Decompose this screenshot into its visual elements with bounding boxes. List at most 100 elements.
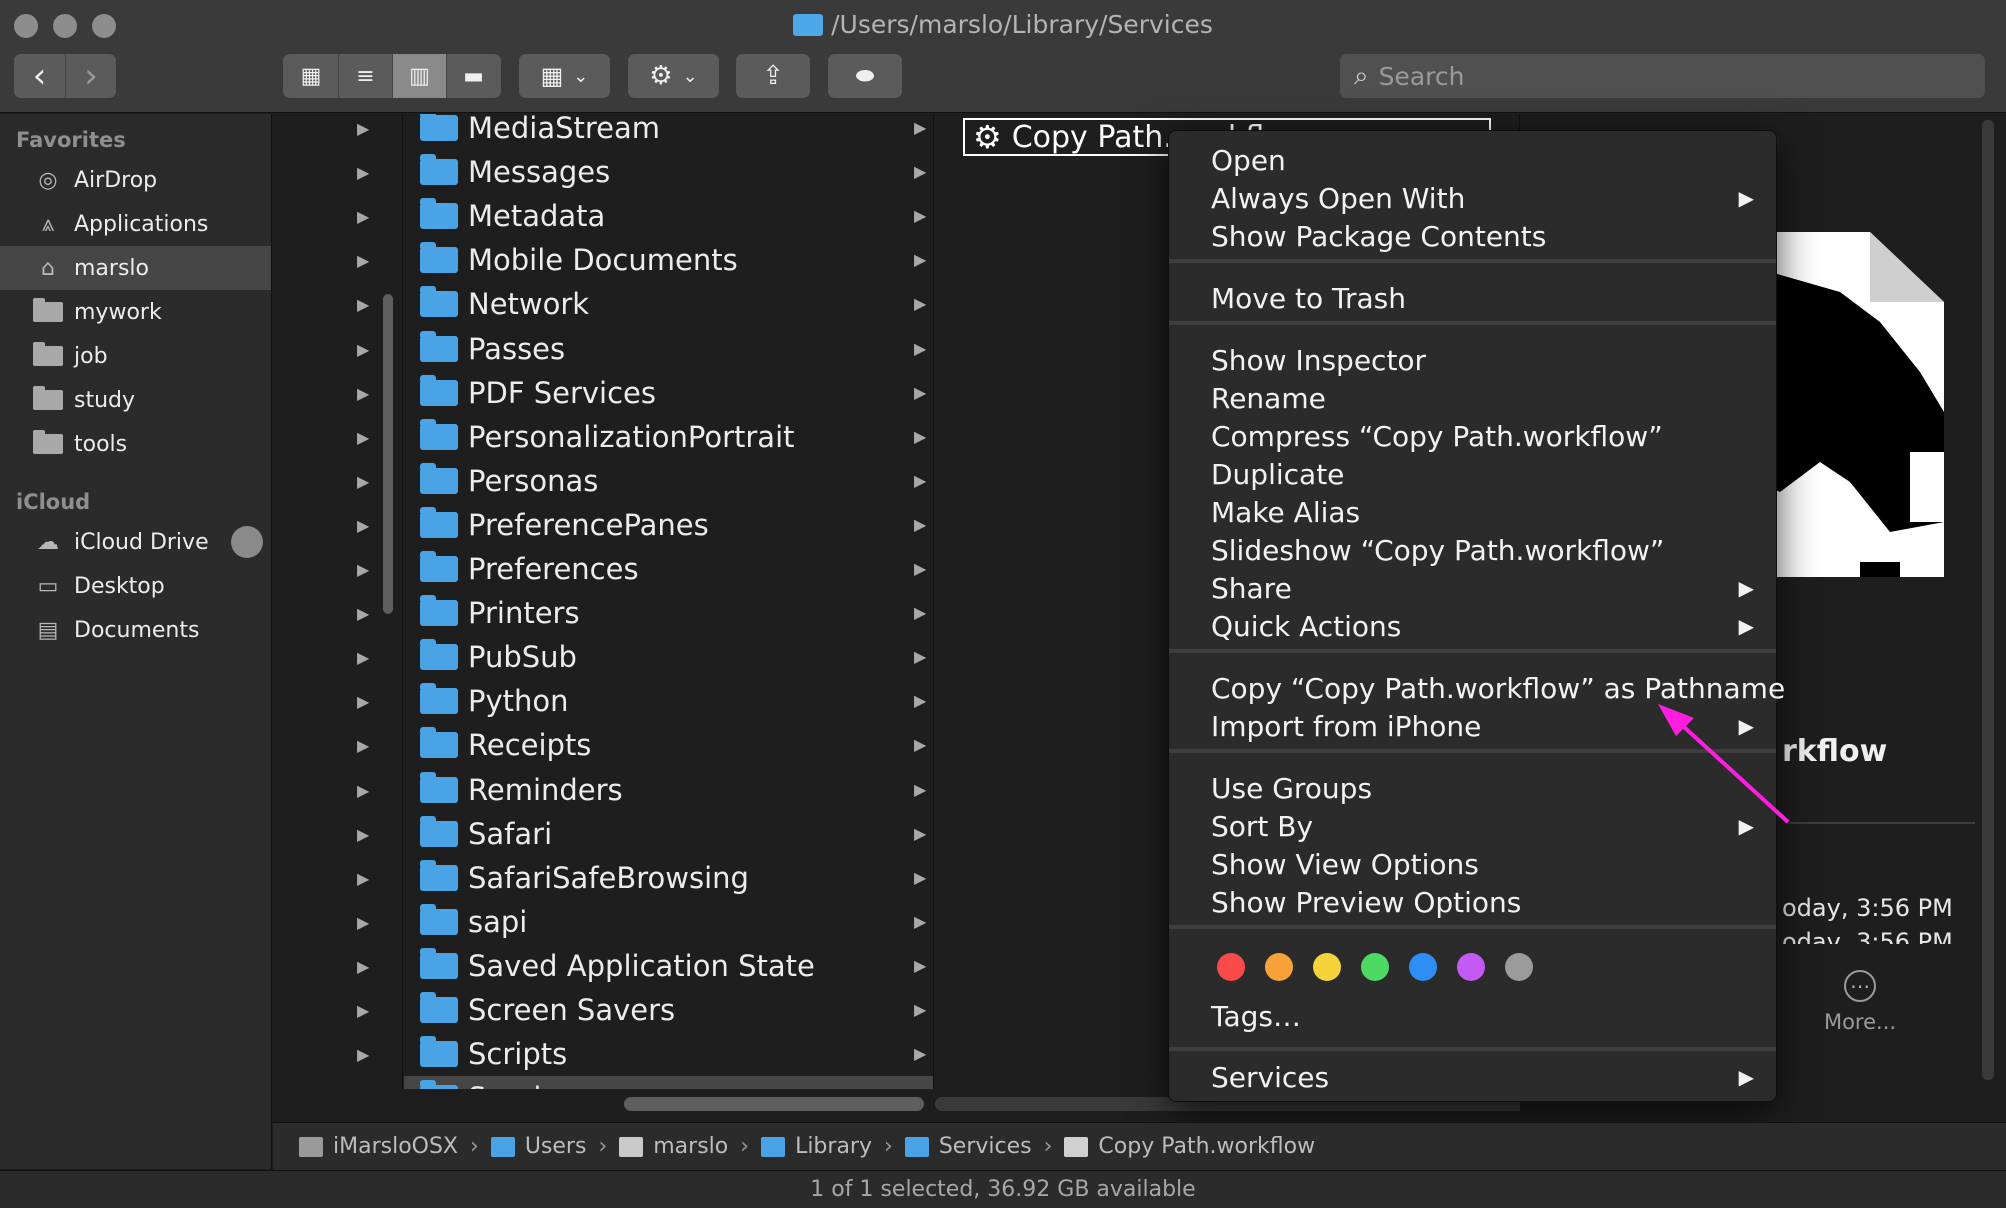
disclosure-chevron-icon[interactable]: ▶ — [357, 692, 369, 711]
sidebar-item-tools[interactable]: tools — [0, 422, 271, 466]
icon-view-button[interactable]: ▦ — [284, 54, 338, 98]
preview-scrollbar[interactable] — [1982, 120, 1994, 1080]
column-view-button[interactable]: ▥ — [392, 54, 446, 98]
tag-color-dot[interactable] — [1265, 953, 1293, 981]
disclosure-chevron-icon[interactable]: ▶ — [357, 869, 369, 888]
menu-item-services[interactable]: Services ▶ — [1169, 1058, 1776, 1096]
list-item[interactable]: Scripts ▶ — [404, 1032, 933, 1076]
path-segment[interactable]: Users — [490, 1134, 586, 1159]
disclosure-chevron-icon[interactable]: ▶ — [357, 340, 369, 359]
list-view-button[interactable]: ≡ — [338, 54, 392, 98]
menu-item[interactable]: Compress “Copy Path.workflow” — [1169, 417, 1776, 455]
list-item[interactable]: Printers ▶ — [404, 591, 933, 635]
sidebar-item-icloud-drive[interactable]: ☁ iCloud Drive — [0, 520, 271, 564]
disclosure-chevron-icon[interactable]: ▶ — [357, 825, 369, 844]
sidebar-item-applications[interactable]: ⩓ Applications — [0, 202, 271, 246]
search-field[interactable]: ⌕ — [1340, 54, 1985, 98]
menu-item[interactable]: Duplicate — [1169, 455, 1776, 493]
tag-color-dot[interactable] — [1505, 953, 1533, 981]
list-item[interactable]: Screen Savers ▶ — [404, 988, 933, 1032]
disclosure-chevron-icon[interactable]: ▶ — [357, 648, 369, 667]
disclosure-chevron-icon[interactable]: ▶ — [357, 163, 369, 182]
action-button[interactable]: ⚙ ⌄ — [628, 54, 719, 98]
list-item[interactable]: Services ▶ — [404, 1076, 933, 1089]
list-item[interactable]: PDF Services ▶ — [404, 371, 933, 415]
back-button[interactable]: ‹ — [14, 54, 65, 98]
disclosure-chevron-icon[interactable]: ▶ — [357, 472, 369, 491]
list-item[interactable]: Personas ▶ — [404, 459, 933, 503]
disclosure-chevron-icon[interactable]: ▶ — [357, 119, 369, 138]
disclosure-chevron-icon[interactable]: ▶ — [357, 736, 369, 755]
sidebar-item-mywork[interactable]: mywork — [0, 290, 271, 334]
list-item[interactable]: Safari ▶ — [404, 812, 933, 856]
sidebar-item-desktop[interactable]: ▭ Desktop — [0, 564, 271, 608]
menu-item[interactable]: Show View Options — [1169, 845, 1776, 883]
list-item[interactable]: Python ▶ — [404, 679, 933, 723]
tag-color-dot[interactable] — [1409, 953, 1437, 981]
menu-item[interactable]: Rename — [1169, 379, 1776, 417]
list-item[interactable]: Reminders ▶ — [404, 768, 933, 812]
list-item[interactable]: Passes ▶ — [404, 327, 933, 371]
disclosure-chevron-icon[interactable]: ▶ — [357, 516, 369, 535]
tag-color-dot[interactable] — [1313, 953, 1341, 981]
tag-color-dot[interactable] — [1457, 953, 1485, 981]
list-item[interactable]: Preferences ▶ — [404, 547, 933, 591]
menu-item[interactable]: Show Preview Options — [1169, 883, 1776, 921]
list-item[interactable]: Saved Application State ▶ — [404, 944, 933, 988]
tag-button[interactable]: ⬬ — [828, 54, 902, 98]
disclosure-chevron-icon[interactable]: ▶ — [357, 913, 369, 932]
disclosure-chevron-icon[interactable]: ▶ — [357, 251, 369, 270]
path-segment[interactable]: iMarsloOSX — [299, 1134, 458, 1159]
more-button[interactable]: ⋯ More... — [1805, 970, 1915, 1034]
path-segment[interactable]: Copy Path.workflow — [1064, 1134, 1315, 1159]
disclosure-chevron-icon[interactable]: ▶ — [357, 604, 369, 623]
menu-item[interactable]: Show Inspector — [1169, 341, 1776, 379]
list-item[interactable]: MediaStream ▶ — [404, 114, 933, 150]
disclosure-chevron-icon[interactable]: ▶ — [357, 207, 369, 226]
sidebar-item-documents[interactable]: ▤ Documents — [0, 608, 271, 652]
disclosure-chevron-icon[interactable]: ▶ — [357, 560, 369, 579]
search-input[interactable] — [1378, 61, 1939, 91]
menu-item[interactable]: Show Package Contents — [1169, 217, 1776, 255]
sidebar-item-study[interactable]: study — [0, 378, 271, 422]
parent-column-scrollbar[interactable] — [383, 294, 393, 614]
list-item[interactable]: Receipts ▶ — [404, 723, 933, 767]
group-button[interactable]: ▦ ⌄ — [519, 54, 610, 98]
path-segment[interactable]: marslo — [619, 1134, 728, 1159]
tag-color-dot[interactable] — [1217, 953, 1245, 981]
menu-item[interactable]: Slideshow “Copy Path.workflow” — [1169, 531, 1776, 569]
menu-item[interactable]: Move to Trash — [1169, 279, 1776, 317]
menu-item[interactable]: Open — [1169, 141, 1776, 179]
sidebar-item-airdrop[interactable]: ◎ AirDrop — [0, 158, 271, 202]
list-item[interactable]: PersonalizationPortrait ▶ — [404, 415, 933, 459]
list-item[interactable]: PubSub ▶ — [404, 635, 933, 679]
forward-button[interactable]: › — [65, 54, 116, 98]
list-item[interactable]: Mobile Documents ▶ — [404, 238, 933, 282]
menu-item[interactable]: Share ▶ — [1169, 569, 1776, 607]
horizontal-scrollbar[interactable] — [624, 1097, 924, 1111]
gallery-view-button[interactable]: ▬ — [446, 54, 500, 98]
menu-item[interactable]: Quick Actions ▶ — [1169, 607, 1776, 645]
tag-color-dot[interactable] — [1361, 953, 1389, 981]
disclosure-chevron-icon[interactable]: ▶ — [357, 1045, 369, 1064]
list-item[interactable]: sapi ▶ — [404, 900, 933, 944]
list-item[interactable]: SafariSafeBrowsing ▶ — [404, 856, 933, 900]
menu-item[interactable]: Make Alias — [1169, 493, 1776, 531]
disclosure-chevron-icon[interactable]: ▶ — [357, 384, 369, 403]
menu-item-tags[interactable]: Tags… — [1169, 997, 1776, 1035]
path-segment[interactable]: Services — [904, 1134, 1032, 1159]
disclosure-chevron-icon[interactable]: ▶ — [357, 781, 369, 800]
menu-item[interactable]: Always Open With ▶ — [1169, 179, 1776, 217]
list-item[interactable]: Network ▶ — [404, 282, 933, 326]
share-button[interactable]: ⇪ — [736, 54, 810, 98]
disclosure-chevron-icon[interactable]: ▶ — [357, 957, 369, 976]
list-item[interactable]: Metadata ▶ — [404, 194, 933, 238]
disclosure-chevron-icon[interactable]: ▶ — [357, 295, 369, 314]
disclosure-chevron-icon[interactable]: ▶ — [357, 428, 369, 447]
sidebar-item-job[interactable]: job — [0, 334, 271, 378]
disclosure-chevron-icon[interactable]: ▶ — [357, 1001, 369, 1020]
sidebar-item-marslo[interactable]: ⌂ marslo — [0, 246, 271, 290]
list-item[interactable]: Messages ▶ — [404, 150, 933, 194]
path-segment[interactable]: Library — [761, 1134, 872, 1159]
list-item[interactable]: PreferencePanes ▶ — [404, 503, 933, 547]
